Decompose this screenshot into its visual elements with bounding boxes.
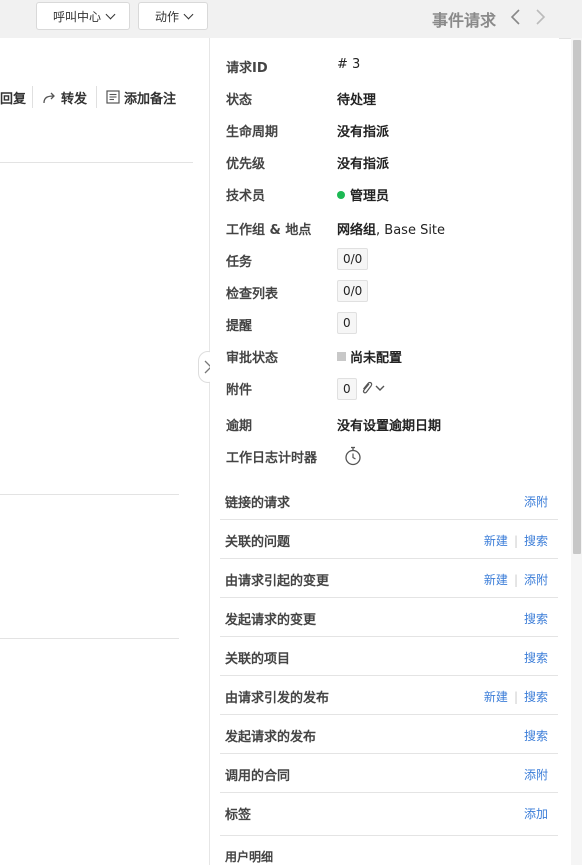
technician-name: 管理员 [350, 189, 390, 204]
initiated-releases-section: 发起请求的发布 搜索 [220, 715, 558, 754]
due-label: 逾期 [226, 419, 253, 434]
forward-button[interactable]: 转发 [42, 88, 87, 107]
section-title: 发起请求的发布 [225, 730, 317, 745]
add-note-button[interactable]: 添加备注 [106, 88, 176, 107]
attach-link[interactable]: 添附 [524, 768, 548, 782]
request-id-label: 请求ID [226, 61, 268, 76]
worklog-timer-label: 工作日志计时器 [226, 451, 318, 466]
forward-label: 转发 [61, 92, 88, 107]
search-link[interactable]: 搜索 [524, 729, 548, 743]
section-title: 关联的问题 [225, 535, 291, 550]
call-center-button[interactable]: 呼叫中心 [36, 2, 130, 30]
approval-status-icon [337, 352, 346, 361]
actions-label: 动作 [155, 10, 180, 24]
section-title: 发起请求的变更 [225, 613, 317, 628]
tasks-label: 任务 [226, 255, 253, 270]
caused-releases-section: 由请求引发的发布 新建 | 搜索 [220, 676, 558, 715]
lifecycle-label: 生命周期 [226, 125, 279, 140]
new-link[interactable]: 新建 [484, 573, 508, 587]
divider [0, 162, 193, 163]
link-separator: | [513, 690, 518, 704]
top-toolbar: 呼叫中心 动作 事件请求 [0, 0, 582, 39]
reminders-label: 提醒 [226, 319, 253, 334]
section-title: 标签 [225, 808, 252, 823]
add-note-label: 添加备注 [124, 92, 177, 107]
chevron-down-icon [183, 9, 194, 20]
caused-changes-section: 由请求引起的变更 新建 | 添附 [220, 559, 558, 598]
reply-label: 回复 [0, 92, 27, 107]
section-title: 调用的合同 [225, 769, 291, 784]
status-label: 状态 [226, 93, 253, 108]
search-link[interactable]: 搜索 [524, 534, 548, 548]
reply-button[interactable]: 回复 [0, 88, 26, 107]
approval-value: 尚未配置 [337, 347, 402, 366]
approval-text: 尚未配置 [350, 351, 403, 366]
checklist-label: 检查列表 [226, 287, 279, 302]
section-title: 由请求引发的发布 [225, 691, 330, 706]
status-value[interactable]: 待处理 [337, 89, 376, 108]
search-link[interactable]: 搜索 [524, 612, 548, 626]
technician-label: 技术员 [226, 189, 266, 204]
new-link[interactable]: 新建 [484, 690, 508, 704]
paperclip-icon[interactable] [360, 380, 374, 396]
scrollbar-thumb[interactable] [573, 40, 581, 554]
tags-section: 标签 添加 [220, 793, 558, 836]
divider [0, 638, 179, 639]
request-id-value: # 3 [337, 57, 361, 72]
group-name: 网络组 [337, 223, 377, 238]
search-link[interactable]: 搜索 [524, 690, 548, 704]
linked-requests-section: 链接的请求 添附 [220, 481, 558, 520]
site-name: , Base Site [376, 223, 446, 238]
forward-icon [43, 92, 55, 104]
add-tag-link[interactable]: 添加 [524, 807, 548, 821]
attachments-count[interactable]: 0 [337, 378, 357, 400]
page-title: 事件请求 [432, 11, 497, 30]
attach-link[interactable]: 添附 [524, 573, 548, 587]
tasks-count[interactable]: 0/0 [337, 248, 369, 270]
section-title: 链接的请求 [225, 496, 291, 511]
group-site-label: 工作组 & 地点 [226, 223, 312, 238]
online-status-icon [337, 191, 345, 199]
actions-button[interactable]: 动作 [138, 2, 208, 30]
divider [0, 494, 179, 495]
chevron-down-icon[interactable] [375, 385, 385, 393]
previous-request-icon[interactable] [507, 8, 525, 26]
lifecycle-value[interactable]: 没有指派 [337, 121, 389, 140]
related-problems-section: 关联的问题 新建 | 搜索 [220, 520, 558, 559]
next-request-icon[interactable] [531, 8, 549, 26]
approval-label: 审批状态 [226, 351, 279, 366]
checklist-count[interactable]: 0/0 [337, 280, 369, 302]
link-separator: | [513, 534, 518, 548]
stopwatch-icon[interactable] [344, 446, 362, 466]
note-icon [106, 90, 120, 104]
technician-value[interactable]: 管理员 [337, 185, 389, 204]
divider [96, 86, 97, 108]
divider [32, 86, 33, 108]
section-title: 由请求引起的变更 [225, 574, 330, 589]
attachments-label: 附件 [226, 383, 253, 398]
link-separator: | [513, 573, 518, 587]
reminders-count[interactable]: 0 [337, 312, 357, 334]
section-title: 关联的项目 [225, 652, 291, 667]
priority-value[interactable]: 没有指派 [337, 153, 389, 172]
attach-link[interactable]: 添附 [524, 495, 548, 509]
user-details-heading: 用户明细 [225, 850, 274, 864]
group-site-value[interactable]: 网络组, Base Site [337, 219, 445, 238]
priority-label: 优先级 [226, 157, 266, 172]
new-link[interactable]: 新建 [484, 534, 508, 548]
related-projects-section: 关联的项目 搜索 [220, 637, 558, 676]
chevron-down-icon [105, 9, 116, 20]
due-value[interactable]: 没有设置逾期日期 [337, 415, 441, 434]
search-link[interactable]: 搜索 [524, 651, 548, 665]
call-center-label: 呼叫中心 [53, 10, 102, 24]
contracts-section: 调用的合同 添附 [220, 754, 558, 793]
initiated-changes-section: 发起请求的变更 搜索 [220, 598, 558, 637]
